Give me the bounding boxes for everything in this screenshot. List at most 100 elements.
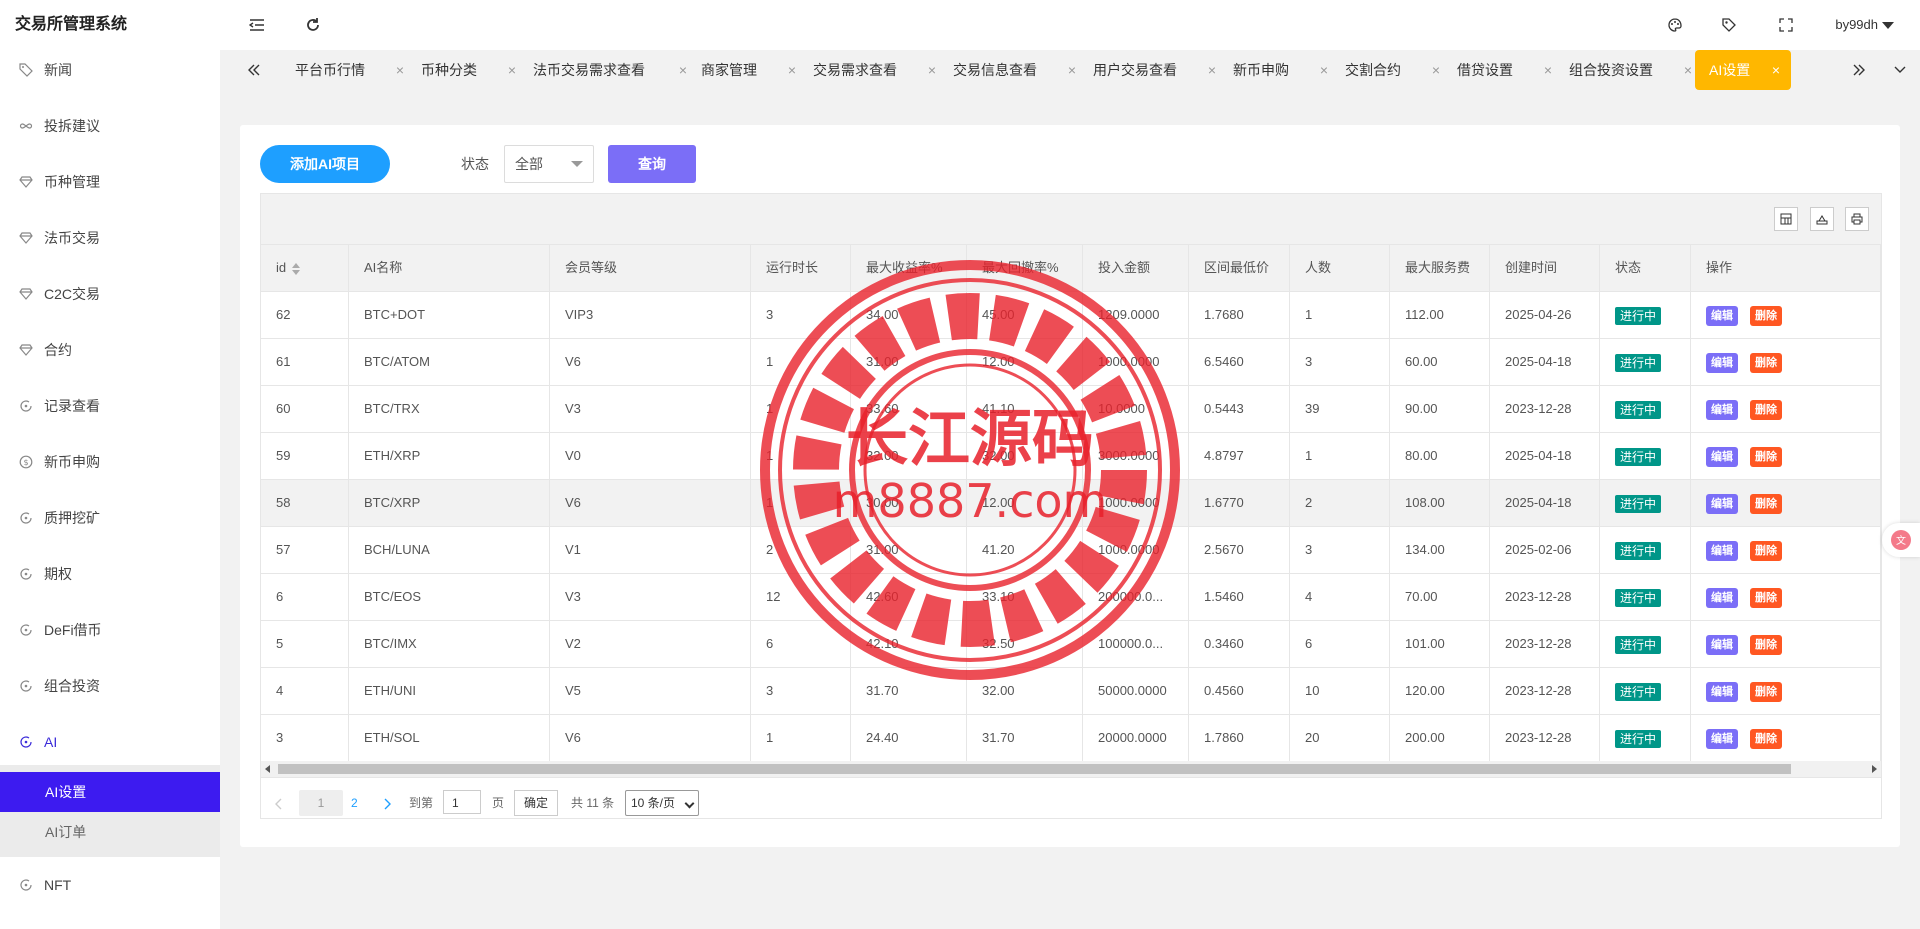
delete-button[interactable]: 删除 <box>1750 634 1782 655</box>
table-cell: 2.5670 <box>1189 527 1290 573</box>
tab-loan-settings[interactable]: 借贷设置 × <box>1457 50 1553 90</box>
delete-button[interactable]: 删除 <box>1750 540 1782 561</box>
close-icon[interactable]: × <box>1681 50 1695 90</box>
tab-portfolio-settings[interactable]: 组合投资设置 × <box>1569 50 1693 90</box>
edit-button[interactable]: 编辑 <box>1706 634 1738 655</box>
tab-platform-market[interactable]: 平台币行情 × <box>295 50 405 90</box>
tabs-dropdown-icon[interactable] <box>1884 50 1916 90</box>
edit-button[interactable]: 编辑 <box>1706 305 1738 326</box>
translate-button[interactable]: 文 <box>1882 523 1920 557</box>
column-filter-icon[interactable] <box>1774 207 1798 231</box>
tab-trade-info[interactable]: 交易信息查看 × <box>953 50 1077 90</box>
scroll-left-icon[interactable] <box>265 765 270 773</box>
delete-button[interactable]: 删除 <box>1750 352 1782 373</box>
delete-button[interactable]: 删除 <box>1750 305 1782 326</box>
sort-icon[interactable] <box>292 262 301 275</box>
user-menu[interactable]: by99dh <box>1835 0 1894 50</box>
close-icon[interactable]: × <box>925 50 939 90</box>
export-icon[interactable] <box>1810 207 1834 231</box>
prev-page-icon[interactable] <box>275 790 283 816</box>
sidebar-item-defi[interactable]: DeFi借币 <box>0 610 220 650</box>
tag-icon[interactable] <box>1716 12 1742 38</box>
column-header: AI名称 <box>349 245 550 291</box>
edit-button[interactable]: 编辑 <box>1706 493 1738 514</box>
close-icon[interactable]: × <box>1065 50 1079 90</box>
table-cell: V3 <box>550 386 751 432</box>
edit-button[interactable]: 编辑 <box>1706 728 1738 749</box>
delete-button[interactable]: 删除 <box>1750 399 1782 420</box>
column-header-label: AI名称 <box>364 260 403 275</box>
tab-user-trade[interactable]: 用户交易查看 × <box>1093 50 1217 90</box>
tab-fiat-demand[interactable]: 法币交易需求查看 × <box>533 50 688 90</box>
close-icon[interactable]: × <box>1429 50 1443 90</box>
table-cell: 100000.0... <box>1083 621 1189 667</box>
delete-button[interactable]: 删除 <box>1750 681 1782 702</box>
theme-icon[interactable] <box>1662 12 1688 38</box>
sidebar-item-staking[interactable]: 质押挖矿 <box>0 498 220 538</box>
table-cell: 1.7860 <box>1189 715 1290 761</box>
tabs-prev-icon[interactable] <box>238 50 270 90</box>
next-page-icon[interactable] <box>383 790 391 816</box>
edit-button[interactable]: 编辑 <box>1706 681 1738 702</box>
current-page: 1 <box>299 790 343 816</box>
edit-button[interactable]: 编辑 <box>1706 446 1738 467</box>
sidebar-subitem-ai-orders[interactable]: AI订单 <box>0 812 220 852</box>
close-icon[interactable]: × <box>1541 50 1555 90</box>
sidebar-item-suggestions[interactable]: 投拆建议 <box>0 106 220 146</box>
sidebar-item-new-coin[interactable]: $ 新币申购 <box>0 442 220 482</box>
edit-button[interactable]: 编辑 <box>1706 352 1738 373</box>
tab-trade-demand[interactable]: 交易需求查看 × <box>813 50 937 90</box>
close-icon[interactable]: × <box>393 50 407 90</box>
delete-button[interactable]: 删除 <box>1750 587 1782 608</box>
add-ai-project-button[interactable]: 添加AI项目 <box>260 145 390 183</box>
scrollbar-thumb[interactable] <box>278 764 1791 774</box>
sidebar-item-portfolio[interactable]: 组合投资 <box>0 666 220 706</box>
page-size-select[interactable]: 10 条/页 <box>625 790 699 816</box>
sidebar-item-news[interactable]: 新闻 <box>0 50 220 90</box>
close-icon[interactable]: × <box>1317 50 1331 90</box>
refresh-icon[interactable] <box>300 12 326 38</box>
close-icon[interactable]: × <box>1205 50 1219 90</box>
print-icon[interactable] <box>1845 207 1869 231</box>
goto-page-input[interactable]: 1 <box>443 790 481 814</box>
table-cell: 1 <box>751 386 851 432</box>
close-icon[interactable]: × <box>505 50 519 90</box>
column-header[interactable]: id <box>261 245 349 291</box>
tab-coin-category[interactable]: 币种分类 × <box>421 50 517 90</box>
menu-fold-icon[interactable] <box>244 12 270 38</box>
scroll-right-icon[interactable] <box>1872 765 1877 773</box>
sidebar-item-options[interactable]: 期权 <box>0 554 220 594</box>
edit-button[interactable]: 编辑 <box>1706 540 1738 561</box>
dollar-circle-icon: $ <box>18 454 34 470</box>
tabs-next-icon[interactable] <box>1843 50 1875 90</box>
goto-confirm-button[interactable]: 确定 <box>514 790 558 816</box>
tab-delivery-contract[interactable]: 交割合约 × <box>1345 50 1441 90</box>
tab-ai-settings[interactable]: AI设置 × <box>1695 50 1791 90</box>
fullscreen-icon[interactable] <box>1773 12 1799 38</box>
horizontal-scrollbar[interactable] <box>261 761 1881 777</box>
table-cell: 112.00 <box>1390 292 1490 338</box>
table-cell: BTC/EOS <box>349 574 550 620</box>
sidebar-item-nft[interactable]: NFT <box>0 865 220 905</box>
page-2-link[interactable]: 2 <box>351 790 358 816</box>
tab-new-coin[interactable]: 新币申购 × <box>1233 50 1329 90</box>
status-select[interactable]: 全部 <box>504 145 594 183</box>
query-button[interactable]: 查询 <box>608 145 696 183</box>
delete-button[interactable]: 删除 <box>1750 728 1782 749</box>
tab-merchant[interactable]: 商家管理 × <box>701 50 797 90</box>
edit-button[interactable]: 编辑 <box>1706 399 1738 420</box>
delete-button[interactable]: 删除 <box>1750 446 1782 467</box>
sidebar-item-coin-management[interactable]: 币种管理 <box>0 162 220 202</box>
sidebar-item-fiat-trade[interactable]: 法币交易 <box>0 218 220 258</box>
sidebar-item-ai[interactable]: AI <box>0 722 220 762</box>
close-icon[interactable]: × <box>785 50 799 90</box>
close-icon[interactable]: × <box>1769 50 1783 90</box>
delete-button[interactable]: 删除 <box>1750 493 1782 514</box>
close-icon[interactable]: × <box>676 50 690 90</box>
sidebar-subitem-ai-settings[interactable]: AI设置 <box>0 772 220 812</box>
sidebar-item-c2c-trade[interactable]: C2C交易 <box>0 274 220 314</box>
sidebar-item-records[interactable]: 记录查看 <box>0 386 220 426</box>
sidebar-item-contract[interactable]: 合约 <box>0 330 220 370</box>
svg-text:$: $ <box>23 458 28 467</box>
edit-button[interactable]: 编辑 <box>1706 587 1738 608</box>
